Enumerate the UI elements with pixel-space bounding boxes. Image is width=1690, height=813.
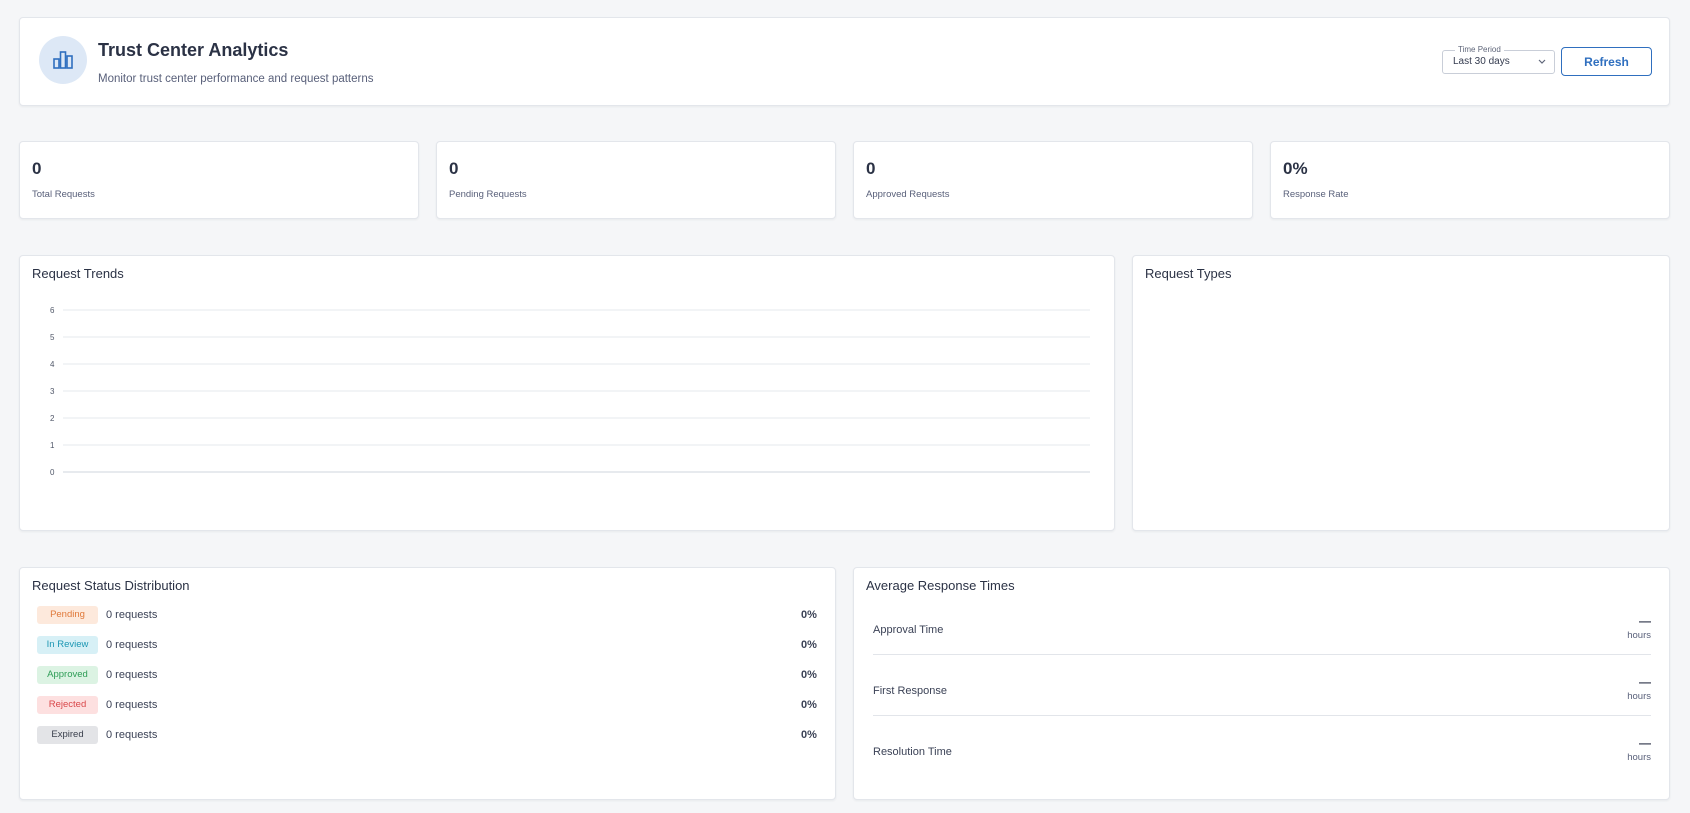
- y-tick-label: 1: [50, 441, 55, 450]
- y-tick-label: 2: [50, 414, 55, 423]
- y-tick-label: 3: [50, 387, 55, 396]
- response-value: —: [1639, 675, 1651, 689]
- status-percent: 0%: [801, 639, 817, 651]
- request-types-card: Request Types: [1132, 255, 1670, 531]
- status-percent: 0%: [801, 609, 817, 621]
- response-unit: hours: [1627, 691, 1651, 702]
- page-title: Trust Center Analytics: [98, 40, 289, 60]
- stat-label: Approved Requests: [866, 189, 950, 200]
- status-percent: 0%: [801, 729, 817, 741]
- status-badge: In Review: [37, 636, 98, 654]
- y-tick-label: 5: [50, 333, 55, 342]
- status-count: 0 requests: [106, 729, 158, 741]
- request-types-title: Request Types: [1145, 266, 1232, 281]
- request-trends-card: Request Trends 0123456: [19, 255, 1115, 531]
- response-times-title: Average Response Times: [866, 578, 1015, 593]
- status-percent: 0%: [801, 669, 817, 681]
- divider: [873, 715, 1651, 716]
- response-row-approval-time: Approval Time — hours: [873, 610, 1651, 650]
- response-unit: hours: [1627, 630, 1651, 641]
- status-row-rejected: Rejected 0 requests 0%: [37, 696, 837, 714]
- status-percent: 0%: [801, 699, 817, 711]
- stat-card-pending-requests: 0 Pending Requests: [436, 141, 836, 219]
- stat-card-approved-requests: 0 Approved Requests: [853, 141, 1253, 219]
- status-badge: Pending: [37, 606, 98, 624]
- y-tick-label: 6: [50, 306, 55, 315]
- status-distribution-title: Request Status Distribution: [32, 578, 190, 593]
- status-badge: Rejected: [37, 696, 98, 714]
- y-tick-label: 0: [50, 468, 55, 477]
- bar-chart-icon: [39, 36, 87, 84]
- status-badge: Approved: [37, 666, 98, 684]
- status-row-in-review: In Review 0 requests 0%: [37, 636, 837, 654]
- time-period-label: Time Period: [1455, 45, 1504, 54]
- stat-value: 0: [866, 159, 876, 178]
- response-value: —: [1639, 736, 1651, 750]
- chevron-down-icon: [1538, 59, 1546, 64]
- status-count: 0 requests: [106, 669, 158, 681]
- stat-value: 0%: [1283, 159, 1308, 178]
- stat-card-response-rate: 0% Response Rate: [1270, 141, 1670, 219]
- stat-label: Total Requests: [32, 189, 95, 200]
- request-trends-chart: 0 1 2 3 4 5 6: [50, 306, 1090, 477]
- status-row-expired: Expired 0 requests 0%: [37, 726, 837, 744]
- time-period-value: Last 30 days: [1453, 56, 1510, 67]
- response-label: First Response: [873, 685, 947, 697]
- request-status-distribution-card: Request Status Distribution Pending 0 re…: [19, 567, 836, 800]
- status-badge: Expired: [37, 726, 98, 744]
- analytics-header: Trust Center Analytics Monitor trust cen…: [19, 17, 1670, 106]
- refresh-button[interactable]: Refresh: [1561, 47, 1652, 76]
- stat-value: 0: [449, 159, 459, 178]
- status-row-approved: Approved 0 requests 0%: [37, 666, 837, 684]
- average-response-times-card: Average Response Times Approval Time — h…: [853, 567, 1670, 800]
- response-row-first-response: First Response — hours: [873, 671, 1651, 711]
- status-row-pending: Pending 0 requests 0%: [37, 606, 837, 624]
- stat-label: Pending Requests: [449, 189, 527, 200]
- stat-value: 0: [32, 159, 42, 178]
- status-count: 0 requests: [106, 609, 158, 621]
- time-period-select[interactable]: Time Period Last 30 days: [1442, 45, 1555, 74]
- page-subtitle: Monitor trust center performance and req…: [98, 73, 374, 85]
- stat-card-total-requests: 0 Total Requests: [19, 141, 419, 219]
- response-label: Resolution Time: [873, 746, 952, 758]
- response-unit: hours: [1627, 752, 1651, 763]
- status-count: 0 requests: [106, 699, 158, 711]
- divider: [873, 654, 1651, 655]
- response-row-resolution-time: Resolution Time — hours: [873, 732, 1651, 772]
- response-label: Approval Time: [873, 624, 944, 636]
- status-count: 0 requests: [106, 639, 158, 651]
- response-value: —: [1639, 614, 1651, 628]
- y-tick-label: 4: [50, 360, 55, 369]
- stat-label: Response Rate: [1283, 189, 1349, 200]
